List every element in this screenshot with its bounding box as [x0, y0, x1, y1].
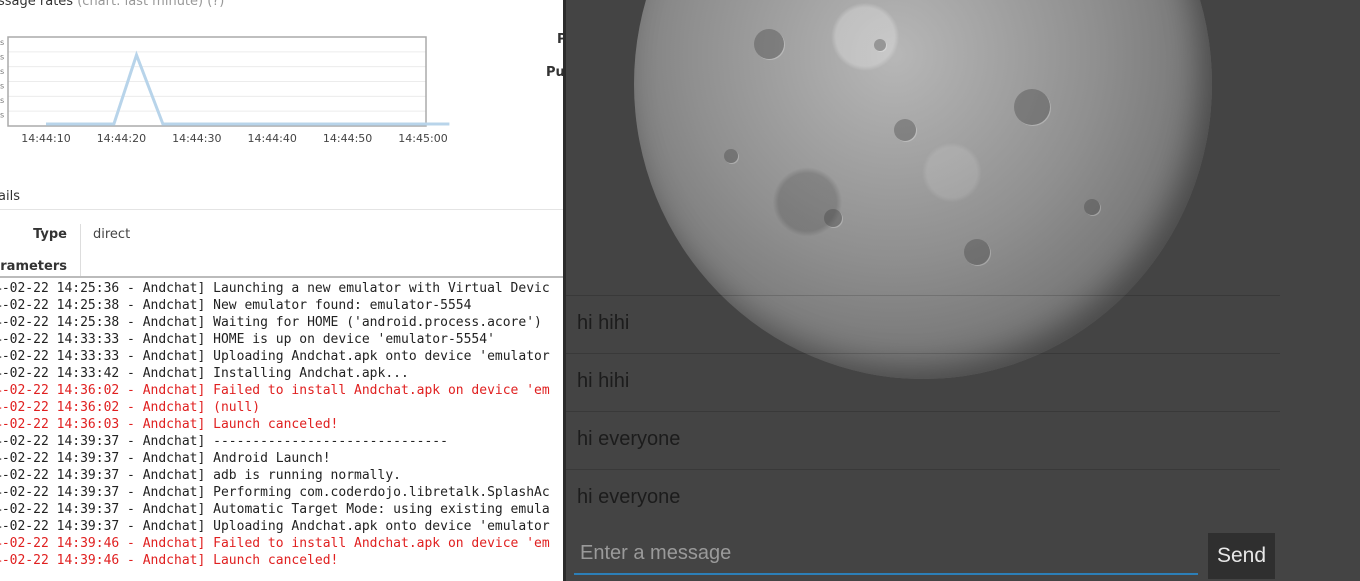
- chart-x-tick-label: 14:44:30: [172, 132, 221, 145]
- console-log-line: 4-02-22 14:39:37 - Andchat] Automatic Ta…: [0, 502, 550, 517]
- crater: [824, 209, 842, 227]
- chat-message: hi hihi: [577, 370, 630, 392]
- chart-y-tick-label: s: [0, 53, 4, 62]
- crater: [874, 39, 886, 51]
- console-log-line: 4-02-22 14:39:37 - Andchat] Performing c…: [0, 485, 550, 500]
- message-divider: [566, 295, 1280, 296]
- console-log-line: 4-02-22 14:39:37 - Andchat] Uploading An…: [0, 519, 550, 534]
- console-error-line: 4-02-22 14:36:02 - Andchat] Failed to in…: [0, 383, 550, 398]
- message-rates-title: ssage rates: [0, 0, 74, 9]
- console-error-line: 4-02-22 14:36:02 - Andchat] (null): [0, 400, 261, 415]
- console-log-line: 4-02-22 14:25:38 - Andchat] New emulator…: [0, 298, 472, 313]
- message-rates-chart: ssssss 14:44:10 14:44:20 14:44:30 14:44:40 1…: [0, 36, 450, 145]
- console-log-line: 4-02-22 14:33:42 - Andchat] Installing A…: [0, 366, 409, 381]
- chat-message: hi everyone: [577, 428, 681, 450]
- console-error-line: 4-02-22 14:39:46 - Andchat] Launch cance…: [0, 553, 339, 568]
- crater: [894, 119, 916, 141]
- chart-x-tick-label: 14:44:40: [247, 132, 296, 145]
- crater: [1014, 89, 1050, 125]
- console-log-line: 4-02-22 14:25:38 - Andchat] Waiting for …: [0, 315, 542, 330]
- crater: [724, 149, 738, 163]
- details-separator: [0, 209, 563, 210]
- chat-message: hi everyone: [577, 486, 681, 508]
- chart-x-tick-label: 14:45:00: [398, 132, 447, 145]
- details-title: ails: [0, 189, 20, 204]
- console-log-line: 4-02-22 14:39:37 - Andchat] ------------…: [0, 434, 448, 449]
- crater: [1084, 199, 1100, 215]
- side-label-pu: Pu: [546, 65, 563, 80]
- message-divider: [566, 469, 1280, 470]
- detail-value-type: direct: [93, 227, 131, 242]
- console-log-line: 4-02-22 14:39:37 - Andchat] adb is runni…: [0, 468, 401, 483]
- chart-x-tick-label: 14:44:20: [97, 132, 146, 145]
- console-log-line: 4-02-22 14:33:33 - Andchat] HOME is up o…: [0, 332, 495, 347]
- chat-message: hi hihi: [577, 312, 630, 334]
- chart-y-tick-label: s: [0, 96, 4, 105]
- chart-series-line: [46, 50, 450, 126]
- console-log-line: 4-02-22 14:33:33 - Andchat] Uploading An…: [0, 349, 550, 364]
- chart-x-tick-label: 14:44:50: [323, 132, 372, 145]
- chart-grid: [8, 51, 426, 112]
- send-button[interactable]: Send: [1208, 533, 1275, 579]
- chart-y-ticks: ssssss: [0, 38, 4, 120]
- message-input[interactable]: [574, 533, 1198, 575]
- moon-background-image: [634, 0, 1212, 379]
- detail-key-parameters: rameters: [0, 259, 67, 274]
- chart-y-tick-label: s: [0, 67, 4, 76]
- detail-key-type: Type: [33, 227, 67, 242]
- message-rates-hint[interactable]: (chart: last minute) (?): [77, 0, 224, 9]
- crater: [754, 29, 784, 59]
- android-chat-screen: hi hihi hi hihi hi everyone hi everyone …: [566, 0, 1360, 581]
- chart-y-tick-label: s: [0, 111, 4, 120]
- message-rates-heading: ssage rates (chart: last minute) (?): [0, 0, 224, 9]
- console-log-line: 4-02-22 14:39:37 - Andchat] Android Laun…: [0, 451, 331, 466]
- message-divider: [566, 353, 1280, 354]
- console-error-line: 4-02-22 14:39:46 - Andchat] Failed to in…: [0, 536, 550, 551]
- console-log-line: 4-02-22 14:25:36 - Andchat] Launching a …: [0, 281, 550, 296]
- message-divider: [566, 411, 1280, 412]
- chart-x-ticks: 14:44:10 14:44:20 14:44:30 14:44:40 14:44:50…: [21, 132, 447, 145]
- console-output[interactable]: 4-02-22 14:25:36 - Andchat] Launching a …: [0, 276, 563, 581]
- chart-y-tick-label: s: [0, 82, 4, 91]
- details-column-divider: [80, 224, 81, 276]
- console-error-line: 4-02-22 14:36:03 - Andchat] Launch cance…: [0, 417, 339, 432]
- chart-x-tick-label: 14:44:10: [21, 132, 70, 145]
- crater: [964, 239, 990, 265]
- left-pane: ssage rates (chart: last minute) (?) sss…: [0, 0, 563, 581]
- chart-y-tick-label: s: [0, 38, 4, 47]
